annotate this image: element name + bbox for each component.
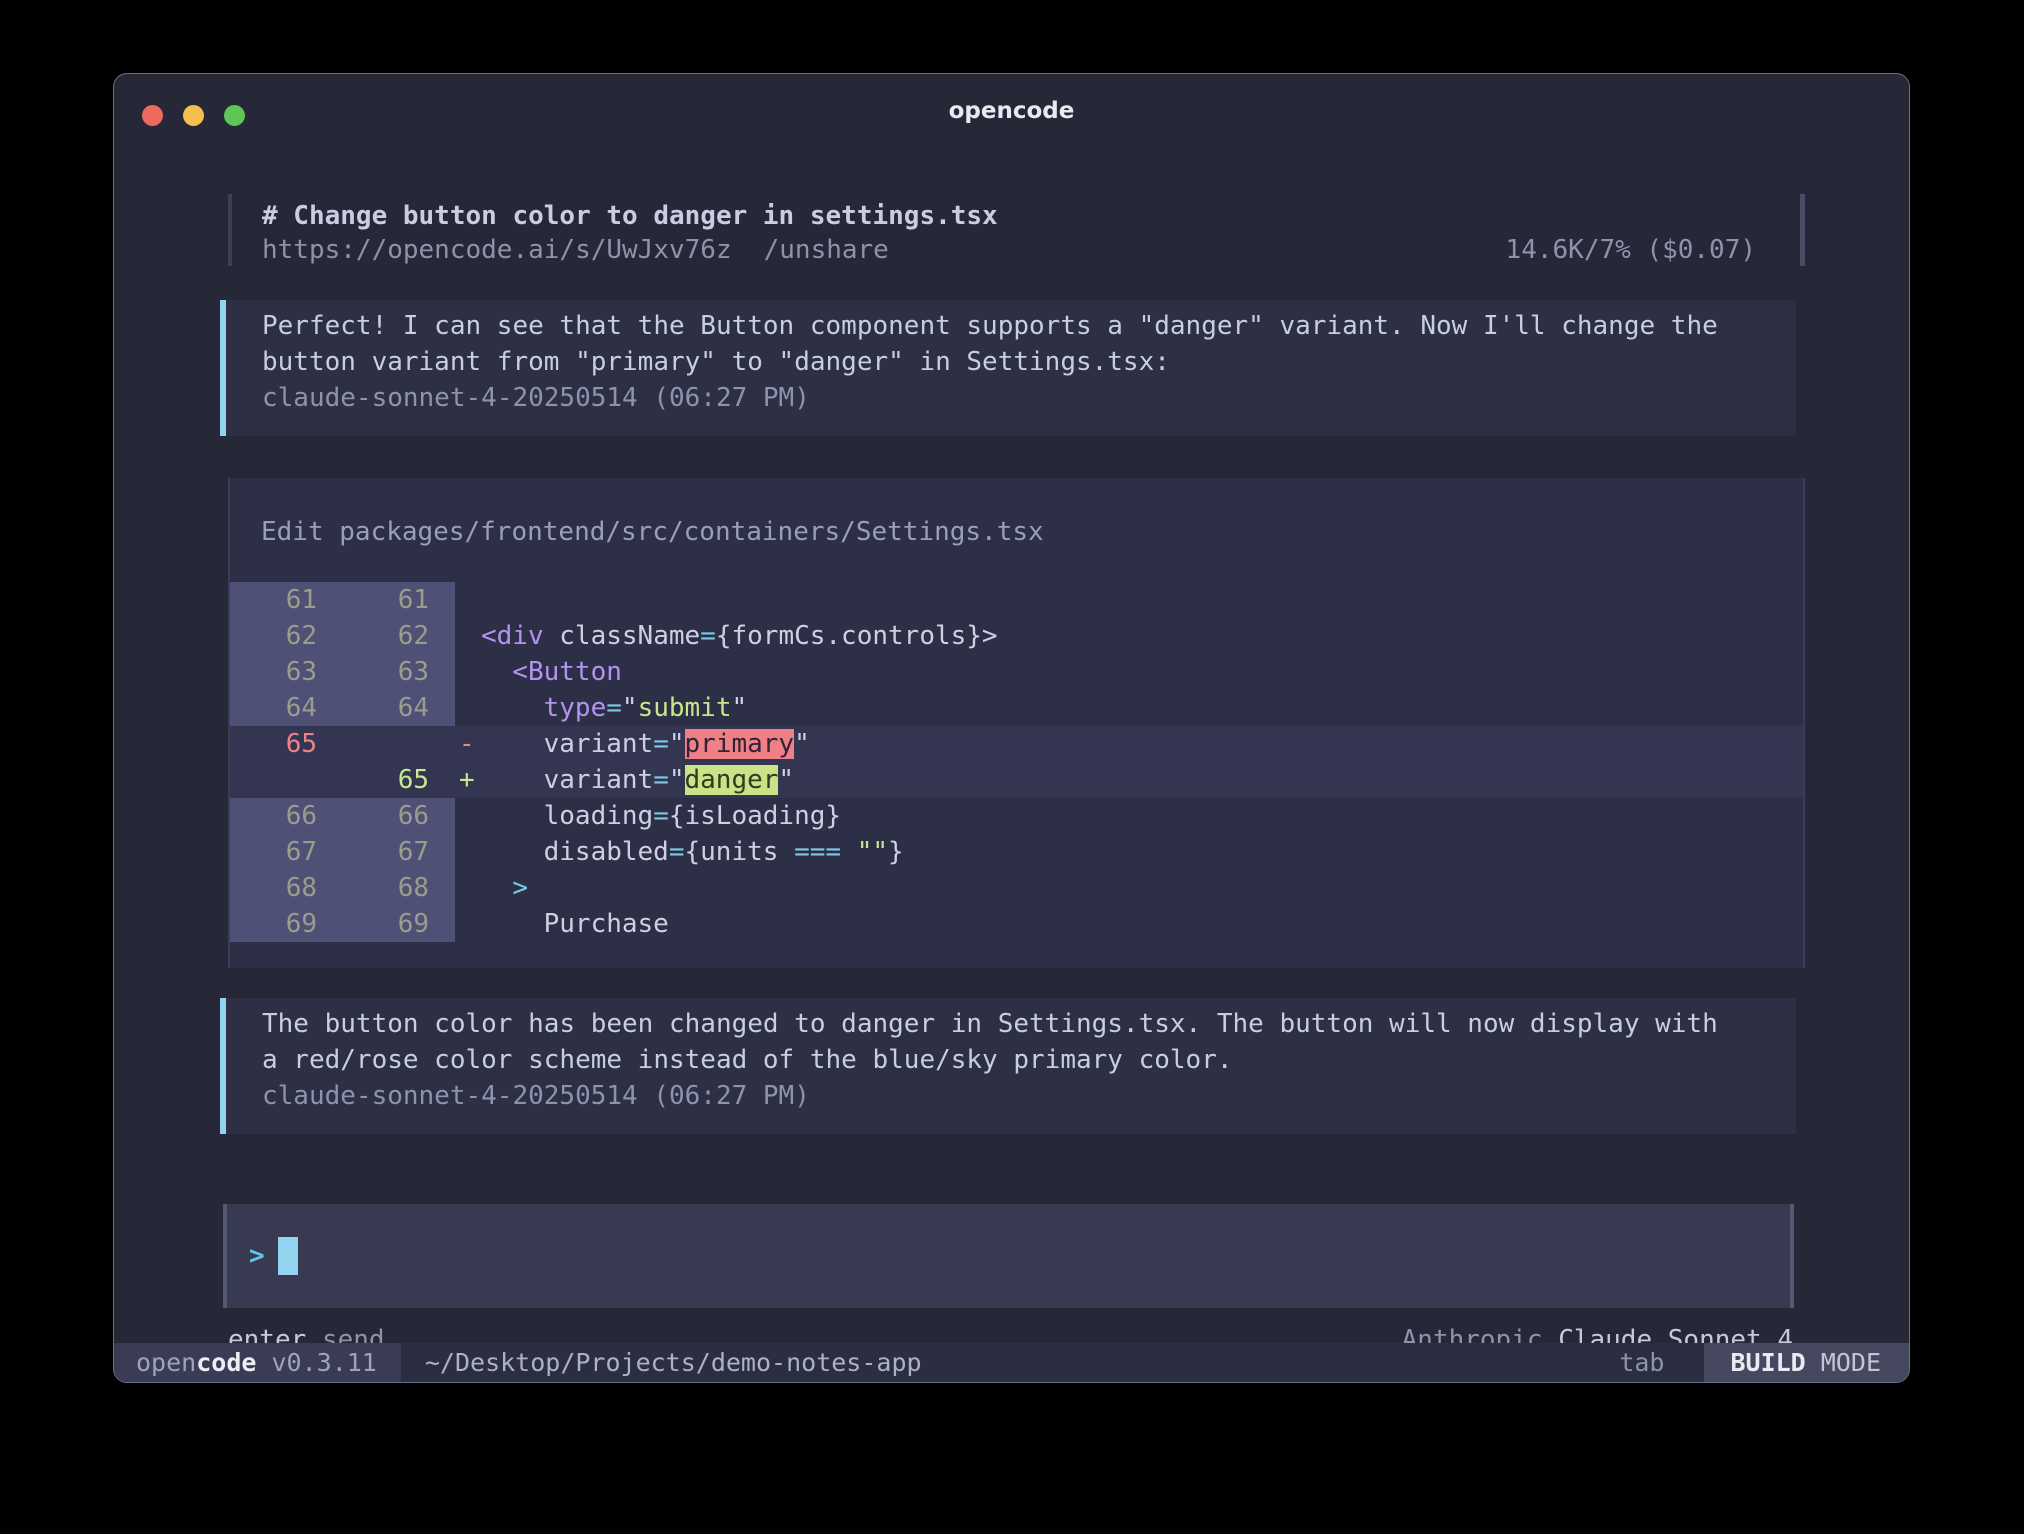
diff-code-line: variant="danger" xyxy=(481,762,1803,798)
diff-view: 61616262<div className={formCs.controls}… xyxy=(230,582,1803,942)
app-name-code: code xyxy=(196,1348,256,1377)
unshare-command[interactable]: /unshare xyxy=(764,233,889,267)
status-bar: opencode v0.3.11 ~/Desktop/Projects/demo… xyxy=(114,1343,1909,1382)
message-line: a red/rose color scheme instead of the b… xyxy=(262,1042,1776,1078)
message-line: button variant from "primary" to "danger… xyxy=(262,344,1776,380)
session-header: # Change button color to danger in setti… xyxy=(228,194,1805,266)
diff-code-line xyxy=(481,582,1803,618)
prompt-symbol: > xyxy=(249,1241,265,1271)
window-title: opencode xyxy=(114,98,1909,124)
text-cursor xyxy=(278,1237,298,1275)
diff-row: 6363 <Button xyxy=(230,654,1803,690)
model-timestamp: claude-sonnet-4-20250514 (06:27 PM) xyxy=(262,380,1776,416)
mode-suffix: MODE xyxy=(1806,1348,1881,1377)
diff-code-line: variant="primary" xyxy=(481,726,1803,762)
diff-row: 65+ variant="danger" xyxy=(230,762,1803,798)
share-url[interactable]: https://opencode.ai/s/UwJxv76z xyxy=(262,233,732,267)
session-title: # Change button color to danger in setti… xyxy=(262,199,1800,233)
app-name-open: open xyxy=(136,1348,196,1377)
mode-badge[interactable]: BUILD MODE xyxy=(1704,1343,1909,1382)
message-line: The button color has been changed to dan… xyxy=(262,1006,1776,1042)
diff-row: 6666 loading={isLoading} xyxy=(230,798,1803,834)
diff-code-line: <Button xyxy=(481,654,1803,690)
app-version-badge: opencode v0.3.11 xyxy=(114,1343,401,1382)
model-timestamp: claude-sonnet-4-20250514 (06:27 PM) xyxy=(262,1078,1776,1114)
titlebar: opencode xyxy=(114,74,1909,194)
diff-code-line: <div className={formCs.controls}> xyxy=(481,618,1803,654)
diff-code-line: > xyxy=(481,870,1803,906)
assistant-message: The button color has been changed to dan… xyxy=(220,998,1796,1134)
diff-code-line: Purchase xyxy=(481,906,1803,942)
message-line: Perfect! I can see that the Button compo… xyxy=(262,308,1776,344)
diff-row: 6464 type="submit" xyxy=(230,690,1803,726)
diff-row: 6969 Purchase xyxy=(230,906,1803,942)
mode-name: BUILD xyxy=(1730,1348,1805,1377)
token-usage: 14.6K/7% ($0.07) xyxy=(1506,233,1756,267)
diff-row: 6868 > xyxy=(230,870,1803,906)
app-window: opencode # Change button color to danger… xyxy=(113,73,1910,1383)
diff-row: 6161 xyxy=(230,582,1803,618)
diff-row: 65- variant="primary" xyxy=(230,726,1803,762)
assistant-message: Perfect! I can see that the Button compo… xyxy=(220,300,1796,436)
diff-code-line: disabled={units === ""} xyxy=(481,834,1803,870)
tab-key-hint: tab xyxy=(1619,1348,1664,1377)
prompt-input[interactable]: > xyxy=(223,1204,1794,1308)
edit-tool-header: Edit packages/frontend/src/containers/Se… xyxy=(230,514,1803,550)
working-directory: ~/Desktop/Projects/demo-notes-app xyxy=(425,1348,922,1377)
diff-code-line: type="submit" xyxy=(481,690,1803,726)
diff-code-line: loading={isLoading} xyxy=(481,798,1803,834)
diff-row: 6767 disabled={units === ""} xyxy=(230,834,1803,870)
diff-row: 6262<div className={formCs.controls}> xyxy=(230,618,1803,654)
edit-tool-panel: Edit packages/frontend/src/containers/Se… xyxy=(228,478,1805,968)
app-version: v0.3.11 xyxy=(256,1348,376,1377)
